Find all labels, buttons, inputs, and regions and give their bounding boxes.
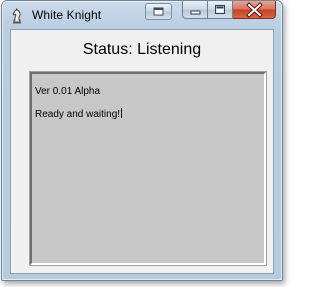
chess-knight-icon[interactable] xyxy=(10,7,24,24)
maximize-button[interactable] xyxy=(208,1,233,19)
log-line-ready-text: Ready and waiting! xyxy=(35,109,121,120)
log-line-version: Ver 0.01 Alpha xyxy=(35,86,101,97)
log-textarea[interactable]: Ver 0.01 Alpha Ready and waiting! xyxy=(29,71,267,266)
close-button[interactable] xyxy=(233,1,276,19)
caption-buttons xyxy=(182,1,276,20)
window-title: White Knight xyxy=(32,8,102,22)
log-line-ready: Ready and waiting! xyxy=(35,108,261,120)
app-window: White Knight Status: Listening Ver 0.01 … xyxy=(1,0,283,281)
status-label: Status: Listening xyxy=(82,41,202,58)
title-bar[interactable]: White Knight xyxy=(2,1,282,29)
client-area: Status: Listening Ver 0.01 Alpha Ready a… xyxy=(10,29,274,274)
window-options-button[interactable] xyxy=(145,3,172,20)
text-caret xyxy=(121,108,123,118)
minimize-button[interactable] xyxy=(182,1,208,19)
